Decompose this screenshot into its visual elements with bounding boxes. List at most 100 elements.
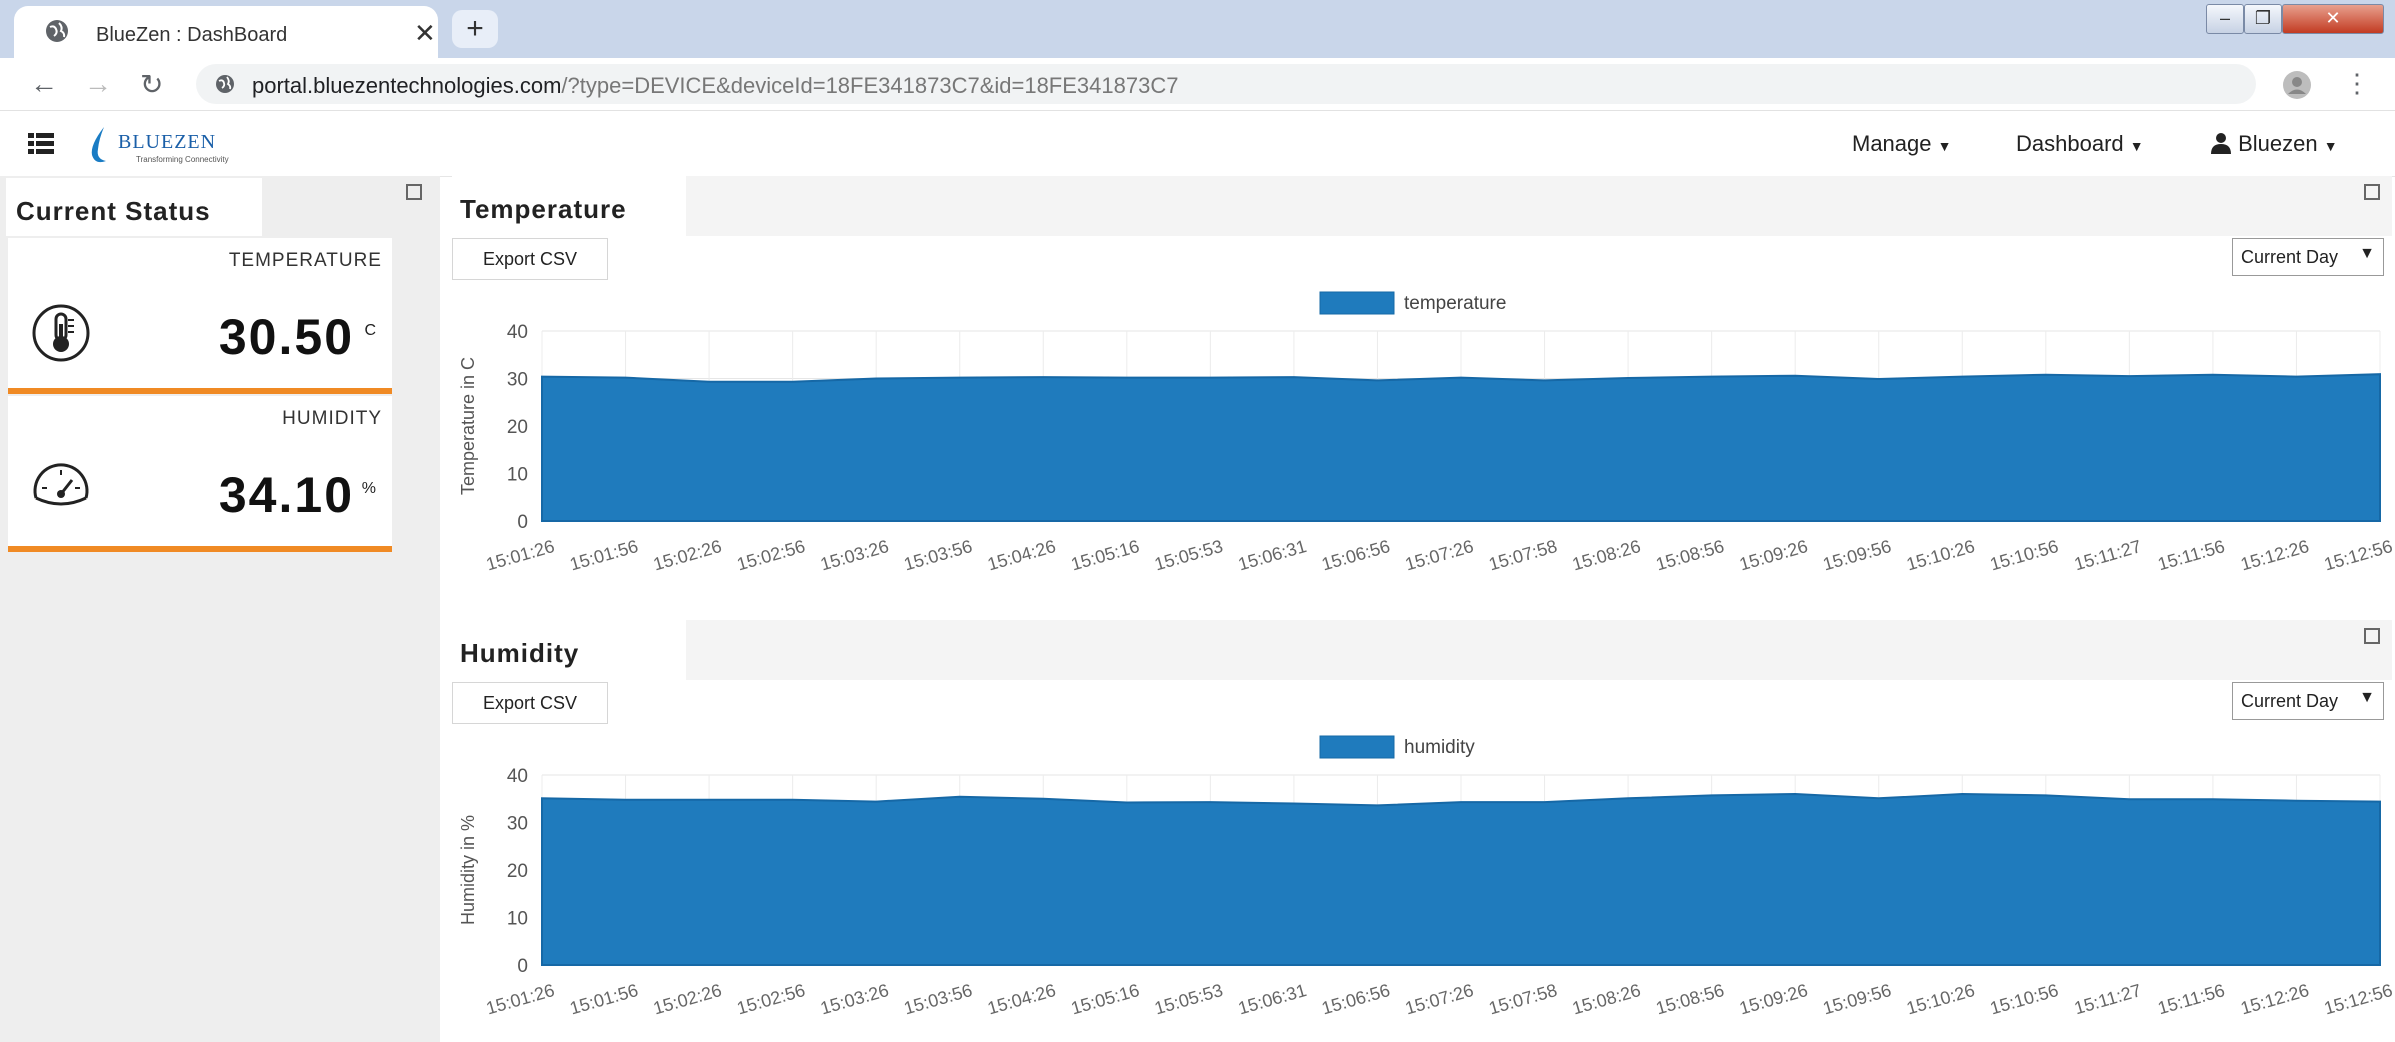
- x-tick-label: 15:08:56: [1654, 980, 1727, 1019]
- thermometer-icon: [32, 304, 90, 362]
- x-tick-label: 15:01:26: [484, 536, 557, 575]
- caret-down-icon: ▼: [1937, 138, 1952, 154]
- humidity-chart: humidity 0 10 20 30 40 Humidity in % 15:01:26 15…: [458, 735, 2392, 1019]
- site-info-icon[interactable]: [214, 73, 236, 95]
- x-tick-label: 15:07:26: [1403, 536, 1476, 575]
- x-tick-label: 15:02:56: [735, 536, 808, 575]
- y-tick-label: 30: [507, 814, 528, 835]
- caret-down-icon: ▼: [2129, 138, 2144, 154]
- x-tick-label: 15:09:26: [1737, 536, 1810, 575]
- export-csv-button[interactable]: Export CSV: [452, 238, 608, 280]
- x-tick-label: 15:11:56: [2155, 980, 2227, 1018]
- x-tick-label: 15:09:56: [1821, 980, 1894, 1019]
- user-menu[interactable]: Bluezen ▼: [2210, 131, 2338, 157]
- minimize-window-button[interactable]: –: [2206, 4, 2244, 34]
- y-tick-label: 10: [507, 909, 528, 930]
- x-tick-label: 15:11:56: [2155, 536, 2227, 574]
- x-tick-label: 15:01:56: [567, 536, 640, 575]
- temperature-card: TEMPERATURE 30.50 C: [8, 238, 392, 394]
- panel-title-tab: Humidity: [452, 620, 686, 680]
- x-tick-label: 15:12:26: [2238, 536, 2311, 575]
- minimize-panel-icon[interactable]: [2364, 184, 2380, 200]
- new-tab-button[interactable]: +: [452, 10, 498, 48]
- brand-name: BLUEZEN: [118, 131, 217, 153]
- range-select[interactable]: Current Day ▼: [2232, 238, 2384, 276]
- temperature-label: TEMPERATURE: [228, 250, 382, 271]
- x-tick-label: 15:01:26: [484, 980, 557, 1019]
- select-arrow-icon: ▼: [2359, 245, 2375, 262]
- x-tick-label: 15:06:31: [1236, 980, 1309, 1019]
- x-tick-label: 15:06:56: [1319, 536, 1392, 575]
- maximize-window-button[interactable]: ❐: [2244, 4, 2282, 34]
- y-tick-label: 30: [507, 370, 528, 391]
- y-tick-label: 0: [517, 956, 528, 977]
- x-tick-label: 15:03:26: [818, 980, 891, 1019]
- temperature-unit: C: [364, 322, 376, 339]
- browser-menu-icon[interactable]: ⋮: [2344, 68, 2370, 99]
- manage-menu[interactable]: Manage ▼: [1852, 131, 1952, 157]
- brand-logo[interactable]: BLUEZEN Transforming Connectivity: [86, 125, 256, 165]
- x-tick-label: 15:10:56: [1988, 980, 2061, 1019]
- profile-icon[interactable]: [2282, 70, 2312, 100]
- dashboard-menu[interactable]: Dashboard ▼: [2016, 131, 2144, 157]
- url-text: portal.bluezentechnologies.com/?type=DEV…: [252, 73, 1179, 98]
- humidity-panel: Humidity Export CSV Current Day ▼ humidi…: [452, 620, 2392, 1042]
- x-tick-label: 15:05:16: [1069, 536, 1142, 575]
- browser-tab[interactable]: BlueZen : DashBoard ✕: [14, 6, 438, 58]
- droplet-logo-icon: [91, 127, 106, 163]
- range-select[interactable]: Current Day ▼: [2232, 682, 2384, 720]
- humidity-label: HUMIDITY: [282, 408, 382, 429]
- browser-tab-strip: BlueZen : DashBoard ✕ + – ❐ ✕: [0, 0, 2395, 58]
- legend-swatch: [1319, 735, 1395, 759]
- x-tick-label: 15:05:53: [1152, 980, 1225, 1019]
- minimize-panel-icon[interactable]: [2364, 628, 2380, 644]
- x-tick-label: 15:07:26: [1403, 980, 1476, 1019]
- x-tick-label: 15:12:56: [2322, 536, 2392, 575]
- x-tick-label: 15:05:53: [1152, 536, 1225, 575]
- y-axis-label: Humidity in %: [458, 815, 478, 925]
- temperature-chart: temperature 0 10 20 30 40 Temperature in C 15:0…: [458, 291, 2392, 575]
- y-tick-label: 40: [507, 322, 528, 343]
- humidity-value: 34.10: [218, 467, 354, 523]
- panel-title-tab: Temperature: [452, 176, 686, 236]
- reload-icon[interactable]: ↻: [140, 68, 163, 101]
- x-tick-label: 15:12:26: [2238, 980, 2311, 1019]
- select-arrow-icon: ▼: [2359, 689, 2375, 706]
- x-tick-label: 15:08:26: [1570, 536, 1643, 575]
- brand-tagline: Transforming Connectivity: [136, 155, 229, 164]
- current-status-header: Current Status: [6, 178, 262, 236]
- humidity-unit: %: [361, 480, 376, 497]
- y-tick-label: 20: [507, 861, 528, 882]
- x-tick-label: 15:08:26: [1570, 980, 1643, 1019]
- y-axis-label: Temperature in C: [458, 357, 478, 495]
- x-tick-label: 15:12:56: [2322, 980, 2392, 1019]
- list-menu-icon[interactable]: [28, 133, 54, 155]
- x-tick-label: 15:09:26: [1737, 980, 1810, 1019]
- forward-icon[interactable]: →: [84, 68, 112, 100]
- y-tick-label: 10: [507, 465, 528, 486]
- x-tick-label: 15:11:27: [2072, 536, 2144, 574]
- x-tick-label: 15:07:58: [1486, 980, 1559, 1019]
- close-window-button[interactable]: ✕: [2282, 4, 2384, 34]
- x-tick-label: 15:03:26: [818, 536, 891, 575]
- x-tick-label: 15:02:26: [651, 980, 724, 1019]
- back-icon[interactable]: ←: [30, 68, 58, 100]
- x-tick-label: 15:01:56: [567, 980, 640, 1019]
- minimize-panel-icon[interactable]: [406, 184, 422, 200]
- area-series: [541, 792, 2381, 966]
- export-csv-button[interactable]: Export CSV: [452, 682, 608, 724]
- x-tick-label: 15:06:31: [1236, 536, 1309, 575]
- gauge-icon: [33, 463, 89, 506]
- caret-down-icon: ▼: [2323, 138, 2338, 154]
- current-status-title: Current Status: [16, 196, 211, 226]
- current-status-sidebar: Current Status TEMPERATURE 30.50 C HUMID…: [0, 176, 440, 1042]
- temperature-value: 30.50: [218, 309, 354, 365]
- app-navbar: BLUEZEN Transforming Connectivity Manage…: [0, 111, 2395, 177]
- x-tick-label: 15:11:27: [2072, 980, 2144, 1018]
- address-bar[interactable]: portal.bluezentechnologies.com/?type=DEV…: [196, 64, 2256, 104]
- legend-swatch: [1319, 291, 1395, 315]
- tab-close-icon[interactable]: ✕: [414, 18, 436, 49]
- area-series: [541, 373, 2381, 522]
- humidity-card: HUMIDITY 34.10 %: [8, 396, 392, 552]
- user-icon: [2211, 133, 2231, 154]
